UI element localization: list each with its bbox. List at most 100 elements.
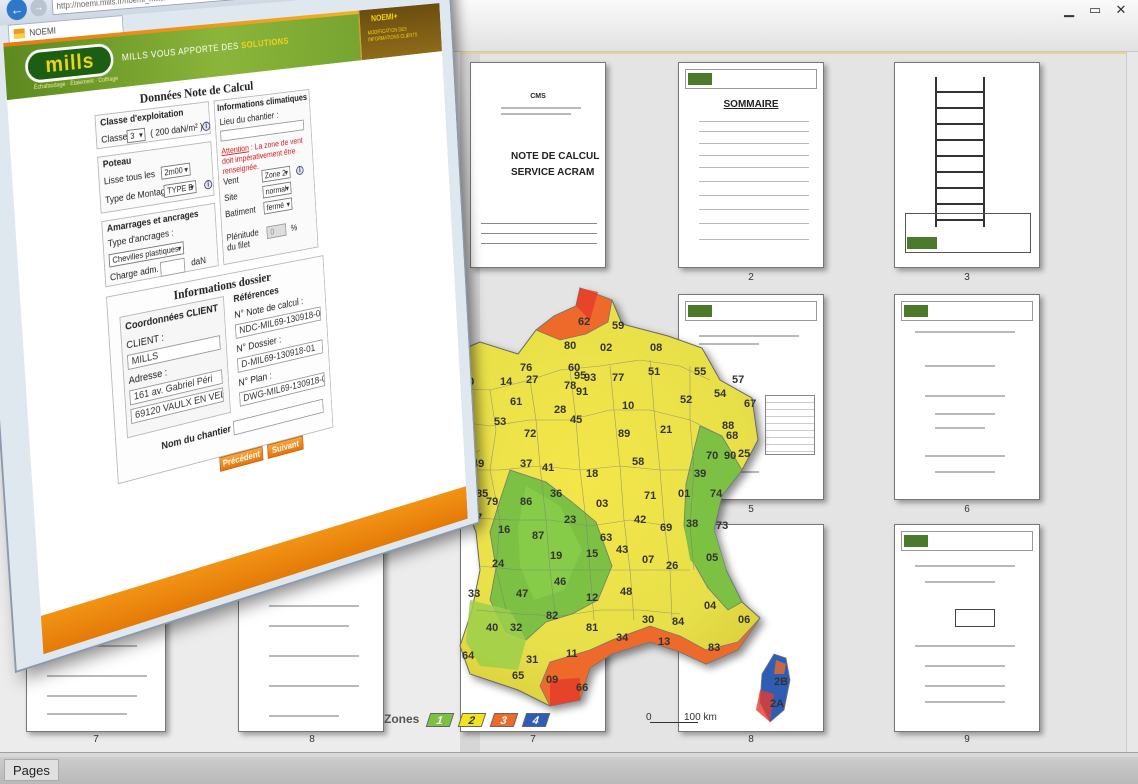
page-thumbnail-2[interactable]: SOMMAIRE [678,62,824,268]
minimize-icon[interactable]: ▁ [1060,2,1078,18]
charge-input[interactable] [159,257,186,277]
back-icon[interactable]: ← [5,0,28,21]
department-label: 11 [566,648,578,660]
page-thumbnail-3[interactable] [894,62,1040,268]
text-line [935,427,985,429]
department-label: 28 [554,404,567,416]
text-line [47,675,147,677]
department-label: 68 [726,430,739,442]
page-thumbnail-1[interactable]: CMS NOTE DE CALCUL SERVICE ACRAM [470,62,606,268]
text-line [935,413,995,415]
thumb-city: CMS [530,93,546,100]
department-label: 12 [586,592,599,604]
department-label: 02 [600,342,613,354]
thumb-title: SOMMAIRE [723,99,779,110]
department-label: 91 [576,386,589,398]
page-thumbnail-6[interactable] [894,294,1040,500]
table-line [481,233,597,234]
plenitude-unit: % [290,223,298,234]
text-line [699,167,809,168]
page-thumbnail-9[interactable] [894,524,1040,732]
slogan-highlight: SOLUTIONS [240,36,290,52]
department-label: 34 [616,632,629,644]
department-label: 84 [672,616,685,628]
text-line [699,209,809,210]
department-label: 47 [516,588,529,600]
department-label: 76 [520,362,533,374]
department-label: 89 [618,428,631,440]
department-label: 36 [550,488,563,500]
department-label: 40 [486,622,499,634]
department-label: 09 [546,674,559,686]
text-line [699,239,809,240]
department-label: 53 [494,416,507,428]
department-label: 51 [648,366,661,378]
department-label: 74 [710,488,723,500]
scale-label: 100 km [684,712,717,723]
text-line [925,365,995,367]
zone-1-chip: 1 [425,713,455,727]
department-label: 33 [468,588,481,600]
thumb-title: NOTE DE CALCUL [511,151,600,162]
department-label: 52 [680,394,693,406]
department-label: 58 [632,456,645,468]
vertical-scrollbar[interactable] [1126,52,1138,752]
text-line [47,695,137,697]
department-label: 90 [724,450,737,462]
department-label: 63 [600,532,613,544]
app-title: NOEMI+ [370,12,398,24]
text-line [501,113,571,115]
divider [460,52,1138,54]
department-label: 21 [660,424,673,436]
forward-icon[interactable]: → [29,0,48,17]
mills-logo-icon [904,305,928,317]
zone-4-chip: 4 [521,713,551,727]
text-line [699,121,809,122]
department-label: 31 [526,654,539,666]
zones-legend-title: Zones [384,712,420,726]
department-label: 73 [716,520,729,532]
classe-select[interactable]: 3 [126,127,146,144]
department-label: 01 [678,488,691,500]
text-line [269,685,359,687]
maximize-icon[interactable]: ▭ [1086,2,1104,18]
mills-logo-icon [904,535,928,547]
slogan-text: MILLS VOUS APPORTE DES [121,41,242,64]
slogan: MILLS VOUS APPORTE DES SOLUTIONS [122,36,290,63]
text-line [699,131,809,132]
department-label: 80 [564,340,577,352]
text-line [925,665,1005,667]
department-label: 59 [612,320,625,332]
text-line [269,655,359,657]
department-label: 37 [520,458,533,470]
department-label: 05 [706,552,719,564]
page-number: 3 [964,272,970,283]
text-line [925,685,1005,687]
modify-client-link[interactable]: MODIFICATION DES INFORMATIONS CLIENTS [367,23,438,44]
department-label: 61 [510,396,523,408]
text-line [269,715,339,717]
department-label: 86 [520,496,533,508]
tab-label: NOEMI [29,25,57,38]
department-label: 42 [634,514,647,526]
department-label: 55 [694,366,707,378]
text-line [269,605,359,607]
department-label: 18 [586,468,599,480]
text-line [47,713,127,715]
app-panel: NOEMI+ MODIFICATION DES INFORMATIONS CLI… [357,3,442,61]
text-line [699,181,809,182]
department-label: 13 [658,636,671,648]
department-label: 54 [714,388,727,400]
text-line [925,581,995,583]
mills-logo-icon [688,73,712,85]
department-label: 79 [486,496,499,508]
favicon-icon [13,28,26,40]
close-icon[interactable]: ✕ [1112,2,1130,18]
pages-tab[interactable]: Pages [4,759,59,781]
department-label: 14 [500,376,513,388]
department-label: 83 [708,642,721,654]
text-line [925,701,1005,703]
department-label: 65 [512,670,525,682]
text-line [915,565,1015,567]
status-bar: Pages [0,752,1138,784]
